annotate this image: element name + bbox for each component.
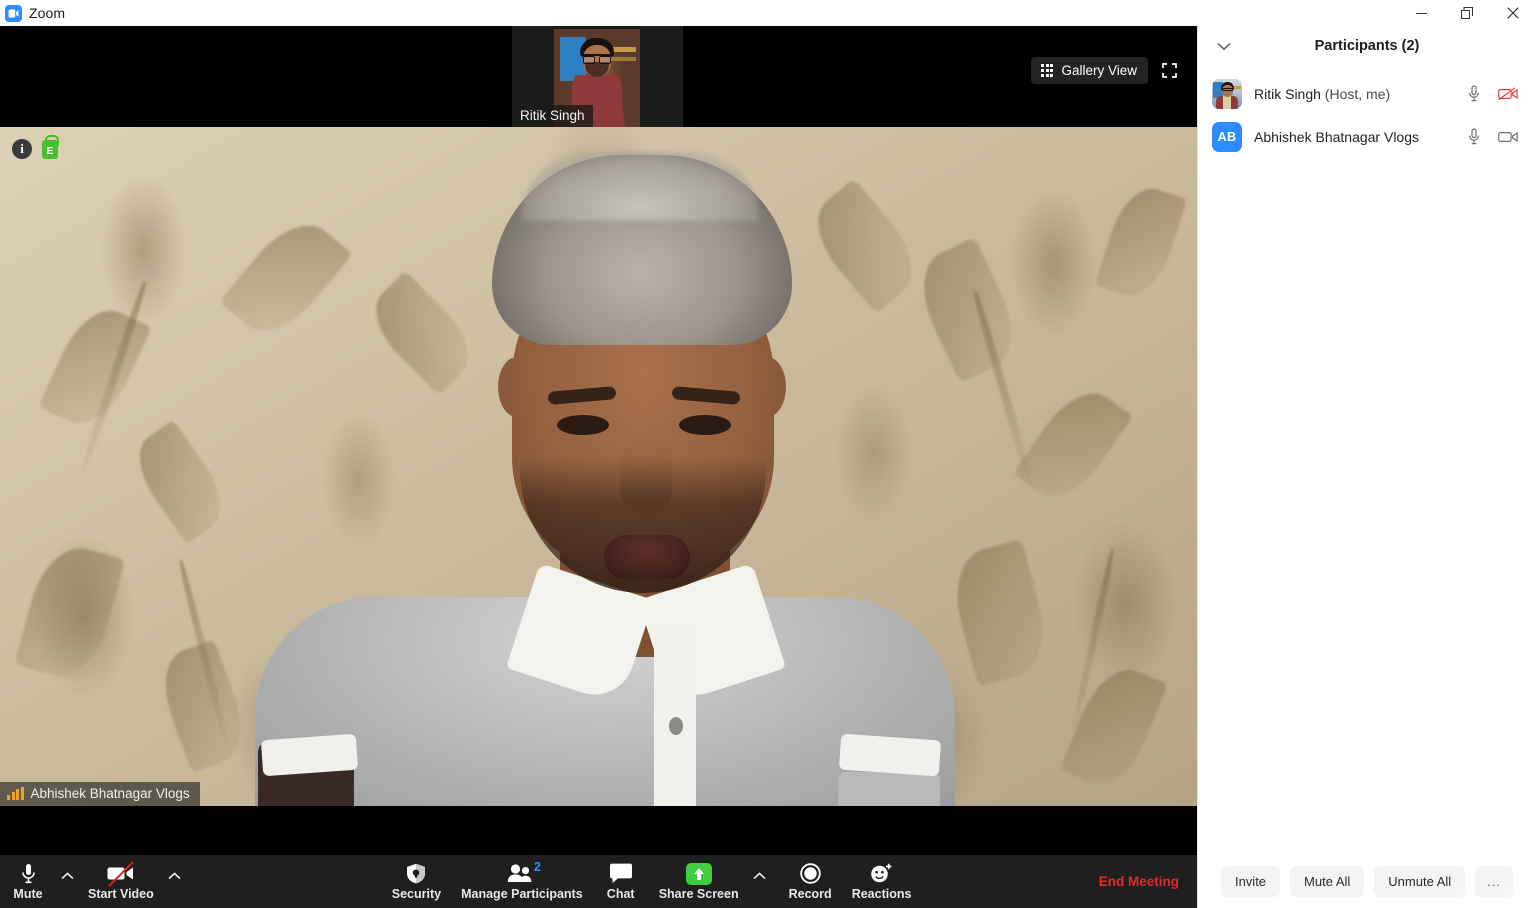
participant-controls xyxy=(1464,127,1522,147)
shield-icon xyxy=(406,863,426,885)
share-screen-label: Share Screen xyxy=(658,886,739,901)
info-glyph: i xyxy=(20,141,24,156)
signal-strength-icon xyxy=(7,787,24,800)
audio-options-caret-icon[interactable] xyxy=(56,855,78,908)
title-bar: Zoom xyxy=(0,0,1536,26)
meeting-control-bar: Mute Start Video Security 2 Manage Parti… xyxy=(0,855,1197,908)
microphone-icon xyxy=(21,863,36,885)
participant-row-abhishek-bhatnagar-vlogs[interactable]: AB Abhishek Bhatnagar Vlogs xyxy=(1198,115,1536,158)
people-icon xyxy=(507,863,537,885)
share-arrow-up-icon xyxy=(685,862,712,885)
mute-button[interactable]: Mute xyxy=(0,855,56,908)
filmstrip: Ritik Singh Gallery View xyxy=(0,26,1197,127)
reactions-button[interactable]: Reactions xyxy=(842,855,922,908)
meeting-area: Ritik Singh Gallery View i E Abhishek Bh… xyxy=(0,26,1197,908)
participants-panel-header: Participants (2) xyxy=(1198,26,1536,66)
participants-list[interactable]: Ritik Singh (Host, me) AB Abhishek Bhatn… xyxy=(1198,66,1536,855)
encryption-lock-icon[interactable]: E xyxy=(42,134,59,159)
start-video-label: Start Video xyxy=(88,886,154,901)
participants-panel: Participants (2) Ritik Singh (Host, me) xyxy=(1197,26,1536,908)
participant-name-text: Ritik Singh xyxy=(1254,85,1321,102)
gallery-view-label: Gallery View xyxy=(1061,63,1137,78)
minimize-icon[interactable] xyxy=(1398,0,1444,26)
record-button[interactable]: Record xyxy=(779,855,842,908)
mute-all-button[interactable]: Mute All xyxy=(1290,866,1365,897)
participant-name-suffix: (Host, me) xyxy=(1320,85,1391,102)
record-label: Record xyxy=(788,886,832,901)
smiley-plus-icon xyxy=(870,863,893,885)
camera-off-icon xyxy=(107,860,134,887)
participant-name-text: Abhishek Bhatnagar Vlogs xyxy=(1254,128,1419,145)
participants-panel-title: Participants (2) xyxy=(1314,38,1420,54)
chat-bubble-icon xyxy=(609,863,633,885)
zoom-app-window: Zoom Ritik Singh Gallery View i E Abhish… xyxy=(0,0,1536,908)
camera-off-icon[interactable] xyxy=(1498,84,1518,104)
zoom-camera-icon xyxy=(5,4,22,22)
microphone-icon[interactable] xyxy=(1464,127,1484,147)
chat-label: Chat xyxy=(606,886,635,901)
active-speaker-video[interactable]: i E Abhishek Bhatnagar Vlogs xyxy=(0,127,1197,806)
microphone-icon[interactable] xyxy=(1464,84,1484,104)
video-stage: i E Abhishek Bhatnagar Vlogs xyxy=(0,127,1197,855)
main-body: Ritik Singh Gallery View i E Abhishek Bh… xyxy=(0,26,1536,908)
app-title: Zoom xyxy=(29,5,66,21)
participant-name: Ritik Singh (Host, me) xyxy=(1254,86,1464,102)
gallery-view-button[interactable]: Gallery View xyxy=(1031,57,1148,84)
reactions-label: Reactions xyxy=(851,886,912,901)
start-video-button[interactable]: Start Video xyxy=(78,855,164,908)
invite-button[interactable]: Invite xyxy=(1220,866,1281,897)
manage-participants-label: Manage Participants xyxy=(461,886,583,901)
fullscreen-icon[interactable] xyxy=(1156,58,1182,84)
more-options-button[interactable]: ... xyxy=(1475,866,1514,897)
view-controls: Gallery View xyxy=(1031,57,1182,84)
active-speaker-name: Abhishek Bhatnagar Vlogs xyxy=(30,786,190,801)
avatar-initials: AB xyxy=(1217,129,1237,144)
avatar: AB xyxy=(1212,121,1242,152)
active-speaker-name-label: Abhishek Bhatnagar Vlogs xyxy=(0,782,200,806)
video-options-caret-icon[interactable] xyxy=(164,855,186,908)
grid-icon xyxy=(1041,64,1054,77)
maximize-icon[interactable] xyxy=(1444,0,1490,26)
share-screen-button[interactable]: Share Screen xyxy=(649,855,749,908)
mute-label: Mute xyxy=(13,886,43,901)
security-label: Security xyxy=(391,886,442,901)
avatar xyxy=(1212,78,1242,109)
person-figure xyxy=(0,127,1197,806)
participant-controls xyxy=(1464,84,1522,104)
end-meeting-button[interactable]: End Meeting xyxy=(1099,874,1179,889)
participants-count-badge: 2 xyxy=(533,860,541,874)
manage-participants-button[interactable]: 2 Manage Participants xyxy=(451,855,593,908)
participant-row-ritik-singh[interactable]: Ritik Singh (Host, me) xyxy=(1198,72,1536,115)
chevron-down-icon[interactable] xyxy=(1209,31,1239,61)
record-circle-icon xyxy=(799,863,821,885)
participant-name: Abhishek Bhatnagar Vlogs xyxy=(1254,129,1464,145)
close-icon[interactable] xyxy=(1490,0,1536,26)
chat-button[interactable]: Chat xyxy=(593,855,649,908)
security-button[interactable]: Security xyxy=(382,855,451,908)
self-view-name-label: Ritik Singh xyxy=(512,105,593,127)
self-view-thumbnail[interactable]: Ritik Singh xyxy=(512,26,683,127)
unmute-all-button[interactable]: Unmute All xyxy=(1374,866,1466,897)
info-icon[interactable]: i xyxy=(12,139,32,159)
camera-icon[interactable] xyxy=(1498,127,1518,147)
encryption-glyph: E xyxy=(46,145,54,157)
share-options-caret-icon[interactable] xyxy=(749,855,771,908)
participants-panel-footer: Invite Mute All Unmute All ... xyxy=(1198,855,1536,908)
video-overlay-icons: i E xyxy=(12,134,59,159)
